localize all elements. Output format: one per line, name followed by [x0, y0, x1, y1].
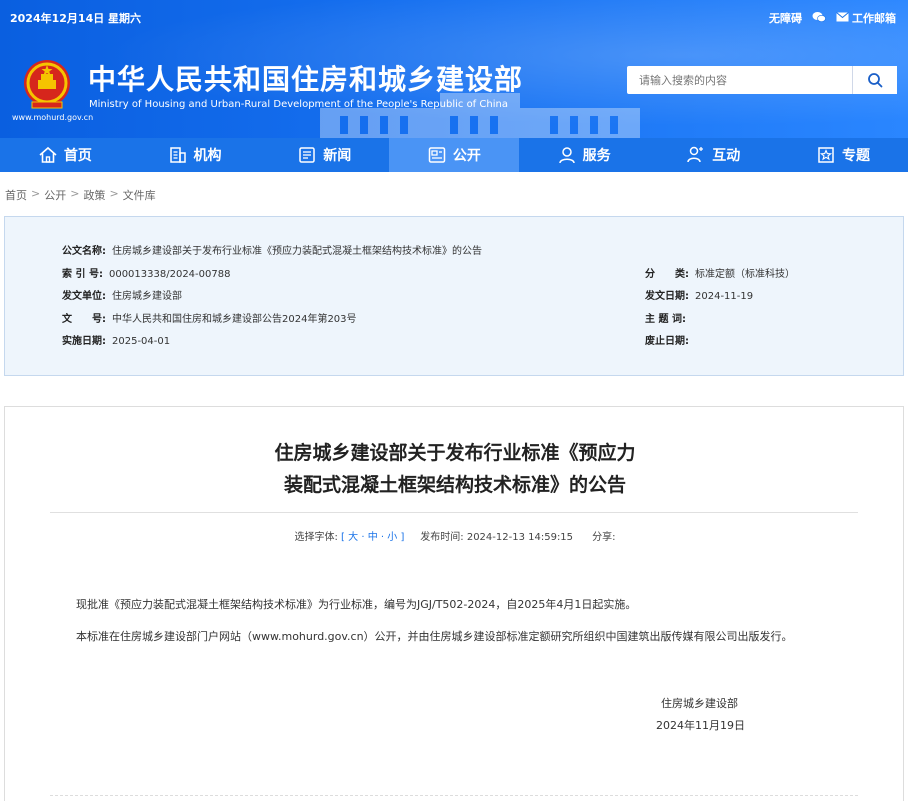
breadcrumb-library[interactable]: 文件库 — [123, 187, 156, 203]
breadcrumb-separator: > — [70, 187, 80, 200]
breadcrumb-policy[interactable]: 政策 — [83, 187, 105, 203]
site-title: 中华人民共和国住房和城乡建设部 — [88, 63, 524, 96]
info-label: 发文日期: — [645, 291, 689, 302]
nav-label: 专题 — [841, 148, 870, 164]
breadcrumb-separator: > — [31, 187, 41, 200]
info-value: 住房城乡建设部 — [112, 291, 182, 302]
info-impl-date: 实施日期: 2025-04-01 — [62, 332, 170, 347]
site-header: 2024年12月14日 星期六 无障碍 工作邮箱 www.mohurd.gov.… — [0, 0, 908, 138]
info-keyword: 主 题 词: — [645, 310, 692, 325]
font-size-large[interactable]: 大 — [348, 532, 358, 543]
main-nav: 首页 机构 新闻 公开 服务 互动 专题 — [0, 138, 908, 172]
info-label: 文 号: — [62, 314, 106, 325]
nav-item-news[interactable]: 新闻 — [259, 138, 389, 172]
email-link[interactable]: 工作邮箱 — [836, 10, 896, 26]
info-value: 2025-04-01 — [112, 336, 171, 347]
document-info-box: 公文名称: 住房城乡建设部关于发布行业标准《预应力装配式混凝土框架结构技术标准》的… — [4, 216, 904, 376]
info-date: 发文日期: 2024-11-19 — [645, 287, 753, 302]
info-label: 索 引 号: — [62, 269, 103, 280]
search-input[interactable] — [627, 66, 853, 94]
signature-org: 住房城乡建设部 — [661, 697, 738, 710]
font-bracket: [ — [341, 532, 345, 543]
nav-item-disclosure[interactable]: 公开 — [389, 138, 519, 172]
top-links: 无障碍 工作邮箱 — [769, 10, 896, 26]
info-label: 实施日期: — [62, 336, 106, 347]
nav-label: 互动 — [712, 148, 741, 164]
info-label: 分 类: — [645, 269, 689, 280]
search-icon — [868, 73, 883, 88]
info-issuer: 发文单位: 住房城乡建设部 — [62, 287, 182, 302]
publish-time: 2024-12-13 14:59:15 — [466, 532, 574, 543]
info-value: 2024-11-19 — [695, 291, 754, 302]
article-meta: 选择字体: [ 大 · 中 · 小 ] 发布时间: 2024-12-13 14:… — [5, 528, 905, 543]
font-size-label: 选择字体: — [294, 532, 338, 543]
news-icon — [299, 147, 315, 163]
nav-label: 机构 — [193, 148, 222, 164]
info-value: 住房城乡建设部关于发布行业标准《预应力装配式混凝土框架结构技术标准》的公告 — [112, 246, 482, 257]
article-title-line: 住房城乡建设部关于发布行业标准《预应力 — [274, 442, 636, 464]
service-icon — [558, 147, 575, 164]
info-value: 000013338/2024-00788 — [108, 269, 231, 280]
info-title: 公文名称: 住房城乡建设部关于发布行业标准《预应力装配式混凝土框架结构技术标准》的… — [62, 242, 482, 257]
nav-label: 新闻 — [323, 148, 352, 164]
nav-item-home[interactable]: 首页 — [0, 138, 130, 172]
breadcrumb-separator: > — [109, 187, 119, 200]
breadcrumb-home[interactable]: 首页 — [5, 187, 27, 203]
national-emblem-logo[interactable] — [22, 58, 72, 110]
breadcrumb: 首页 > 公开 > 政策 > 文件库 — [5, 187, 156, 203]
font-size-small[interactable]: 小 — [387, 532, 397, 543]
nav-label: 服务 — [582, 148, 611, 164]
info-value: 中华人民共和国住房和城乡建设部公告2024年第203号 — [112, 314, 357, 325]
info-category: 分 类: 标准定额（标准科技） — [645, 265, 795, 280]
font-separator: · — [380, 532, 385, 543]
article-title: 住房城乡建设部关于发布行业标准《预应力 装配式混凝土框架结构技术标准》的公告 — [5, 437, 905, 501]
share-label[interactable]: 分享: — [592, 532, 615, 543]
article-paragraph: 现批准《预应力装配式混凝土框架结构技术标准》为行业标准，编号为JGJ/T502-… — [76, 598, 637, 611]
mail-icon — [836, 11, 849, 25]
font-size-medium[interactable]: 中 — [368, 532, 378, 543]
search-button[interactable] — [852, 66, 897, 94]
building-icon — [169, 147, 186, 163]
nav-label: 公开 — [452, 148, 481, 164]
nav-item-topic[interactable]: 专题 — [778, 138, 908, 172]
info-docno: 文 号: 中华人民共和国住房和城乡建设部公告2024年第203号 — [62, 310, 357, 325]
info-label: 废止日期: — [645, 336, 689, 347]
nav-label: 首页 — [63, 148, 92, 164]
signature-date: 2024年11月19日 — [656, 719, 745, 732]
font-size-selector: [ 大 · 中 · 小 ] — [341, 532, 408, 543]
home-icon — [39, 146, 57, 163]
info-abolish-date: 废止日期: — [645, 332, 695, 347]
publish-time-label: 发布时间: — [420, 532, 464, 543]
font-separator: · — [361, 532, 365, 543]
article-title-line: 装配式混凝土框架结构技术标准》的公告 — [283, 474, 626, 496]
disclosure-icon — [428, 147, 446, 163]
info-value: 标准定额（标准科技） — [695, 269, 795, 280]
site-url: www.mohurd.gov.cn — [12, 113, 94, 122]
current-date: 2024年12月14日 星期六 — [10, 12, 142, 25]
topic-icon — [818, 147, 834, 163]
nav-item-service[interactable]: 服务 — [519, 138, 649, 172]
breadcrumb-disclosure[interactable]: 公开 — [44, 187, 66, 203]
wechat-icon[interactable] — [812, 11, 826, 26]
footer-divider — [50, 795, 858, 796]
article-card: 住房城乡建设部关于发布行业标准《预应力 装配式混凝土框架结构技术标准》的公告 选… — [4, 406, 904, 801]
accessibility-link[interactable]: 无障碍 — [769, 10, 802, 26]
email-label: 工作邮箱 — [852, 12, 896, 25]
nav-item-interact[interactable]: 互动 — [648, 138, 778, 172]
info-label: 发文单位: — [62, 291, 106, 302]
info-index: 索 引 号: 000013338/2024-00788 — [62, 265, 230, 280]
info-label: 主 题 词: — [645, 314, 686, 325]
interact-icon — [687, 146, 704, 163]
article-paragraph: 本标准在住房城乡建设部门户网站（www.mohurd.gov.cn）公开，并由住… — [76, 630, 793, 643]
info-label: 公文名称: — [62, 246, 106, 257]
font-bracket: ] — [400, 532, 405, 543]
title-divider — [50, 512, 858, 513]
site-subtitle-en: Ministry of Housing and Urban-Rural Deve… — [89, 99, 508, 110]
nav-item-organization[interactable]: 机构 — [130, 138, 260, 172]
